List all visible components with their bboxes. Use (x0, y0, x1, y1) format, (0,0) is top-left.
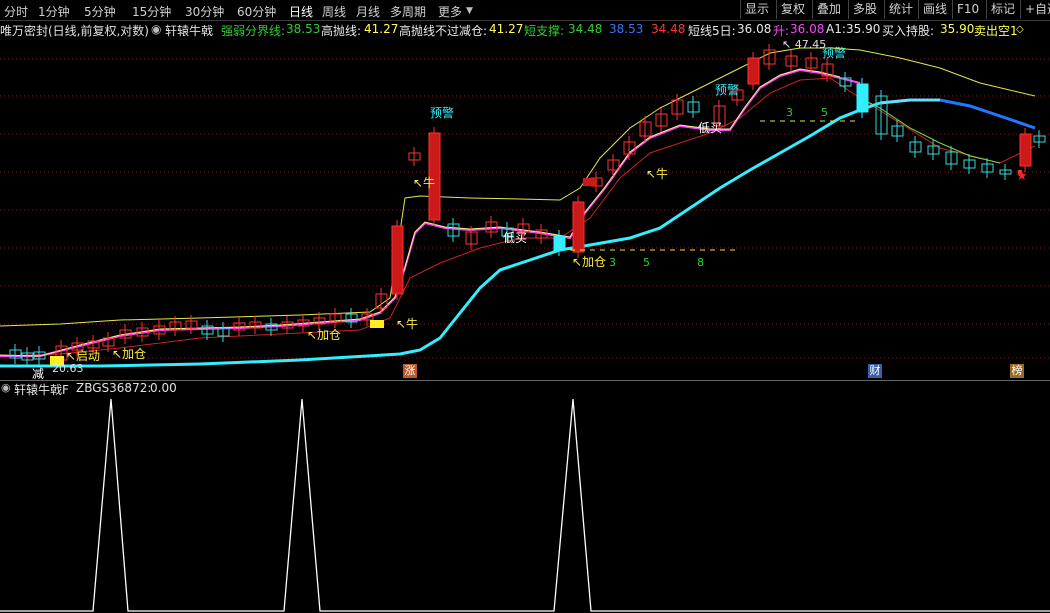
label-low-buy-1: 低买 (503, 231, 527, 245)
info-value-a1: 35.90 (846, 22, 881, 36)
marker-zhang: 涨 (403, 364, 417, 378)
candle-body (572, 201, 585, 253)
stock-title: 唯万密封(日线,前复权,对数) (0, 24, 149, 38)
kline-chart[interactable]: 预警预警预警↖牛↖牛↖牛↖加仓↖加仓↖加仓↖启动低买低买减↖ 47.4520.6… (0, 38, 1050, 381)
label-bull-1: ↖牛 (413, 175, 435, 190)
label-add-2: ↖加仓 (112, 347, 146, 361)
info-value-strength: 38.53 (286, 22, 321, 36)
label-bull-3: ↖牛 (646, 166, 668, 181)
info-value-high-sell: 41.27 (364, 22, 399, 36)
info-value-high-sell-reduce: 41.27 (489, 22, 524, 36)
label-bull-2: ↖牛 (396, 316, 418, 331)
star-icon: ★ (1016, 169, 1028, 184)
label-add-1: ↖加仓 (307, 328, 341, 342)
label-low-buy-2: 低买 (698, 121, 722, 135)
candle-body (856, 83, 869, 113)
label-count-8: 8 (697, 256, 704, 269)
info-label-a1: A1: (826, 22, 846, 36)
indicator-name[interactable]: 轩辕牛戟 (165, 22, 213, 39)
info-value-short-5d: 36.08 (737, 22, 772, 36)
info-label-buy-hold: 买入持股: (882, 24, 935, 38)
label-start: ↖启动 (66, 349, 100, 363)
sub-indicator-value: 0.00 (150, 381, 177, 395)
period-tab-minute[interactable]: 分时 (4, 3, 28, 20)
red-block (583, 178, 597, 186)
period-tab-60min[interactable]: 60分钟 (237, 3, 276, 20)
sub-indicator-label: ZBGS36872: (76, 381, 152, 395)
info-value-rise: 36.08 (790, 22, 825, 36)
label-count-5a: 5 (643, 256, 650, 269)
bull-block (370, 320, 384, 328)
info-label-high-sell: 高抛线: (321, 24, 362, 38)
label-reduce: 减 (32, 367, 44, 381)
period-tab-5min[interactable]: 5分钟 (84, 3, 116, 20)
multi-stock-button[interactable]: 多股 (848, 0, 877, 19)
upper-band-line (0, 47, 1036, 327)
cyan-right-line (879, 98, 940, 105)
info-value-short-support: 34.48 (568, 22, 603, 36)
period-tab-multi[interactable]: 多周期 (390, 3, 426, 20)
info-label-short-support: 短支撑: (524, 24, 565, 38)
period-tab-monthly[interactable]: 月线 (356, 3, 380, 20)
label-count-3b: 3 (786, 106, 793, 119)
info-value-buy-hold: 35.90 (940, 22, 975, 36)
candle-body (1019, 133, 1032, 167)
period-tab-weekly[interactable]: 周线 (322, 3, 346, 20)
info-label-strength: 强弱分界线: (221, 24, 286, 38)
label-high-price: ↖ 47.45 (782, 38, 826, 51)
label-count-5b: 5 (821, 106, 828, 119)
label-warning-2: 预警 (715, 82, 739, 97)
marker-bang: 榜 (1010, 364, 1024, 378)
overlay-button[interactable]: 叠加 (812, 0, 841, 19)
candle-body (553, 235, 566, 251)
period-tab-daily[interactable]: 日线 (289, 3, 313, 20)
dashed-target-lines (570, 120, 860, 251)
more-dropdown-icon[interactable]: ▼ (466, 6, 473, 16)
info-label-high-sell-reduce: 高抛线不过减仓: (399, 24, 488, 38)
indicator-toggle-icon[interactable]: ◉ (151, 22, 161, 36)
chart-grid (0, 58, 1050, 359)
f10-button[interactable]: F10 (952, 0, 979, 19)
stats-button[interactable]: 统计 (884, 0, 913, 19)
display-button[interactable]: 显示 (740, 0, 769, 19)
spike-line (0, 398, 1050, 612)
diamond-icon: ◇ (1016, 24, 1024, 35)
label-warning-1: 预警 (430, 105, 454, 120)
label-add-3: ↖加仓 (572, 255, 606, 269)
label-low-price: 20.63 (52, 362, 84, 375)
draw-line-button[interactable]: 画线 (918, 0, 947, 19)
sub-indicator-chart[interactable] (0, 395, 1050, 613)
period-tab-15min[interactable]: 15分钟 (132, 3, 171, 20)
red-ma-line (0, 77, 1036, 357)
sub-indicator-toggle-icon[interactable]: ◉ (1, 381, 11, 394)
add-watchlist-button[interactable]: +自选 (1020, 0, 1050, 19)
indicator-info-line: 唯万密封(日线,前复权,对数) ◉ 轩辕牛戟 强弱分界线: 38.53 高抛线:… (0, 21, 1050, 38)
label-count-3a: 3 (609, 256, 616, 269)
period-tab-more[interactable]: 更多 (438, 3, 462, 20)
candlesticks (9, 44, 1046, 366)
period-tab-1min[interactable]: 1分钟 (38, 3, 70, 20)
info-label-sell-empty: 卖出空1 (974, 24, 1018, 38)
period-toolbar: 分时 1分钟 5分钟 15分钟 30分钟 60分钟 日线 周线 月线 多周期 更… (0, 0, 1050, 21)
info-value-red: 34.48 (651, 22, 686, 36)
adjust-button[interactable]: 复权 (776, 0, 805, 19)
candle-body (391, 225, 404, 295)
info-label-short-5d: 短线5日: (688, 24, 736, 38)
info-label-rise: 升: (773, 24, 790, 38)
mark-button[interactable]: 标记 (986, 0, 1015, 19)
candle-body (747, 57, 760, 85)
period-tab-30min[interactable]: 30分钟 (185, 3, 224, 20)
marker-cai: 财 (868, 364, 882, 378)
info-value-blue: 38.53 (609, 22, 644, 36)
